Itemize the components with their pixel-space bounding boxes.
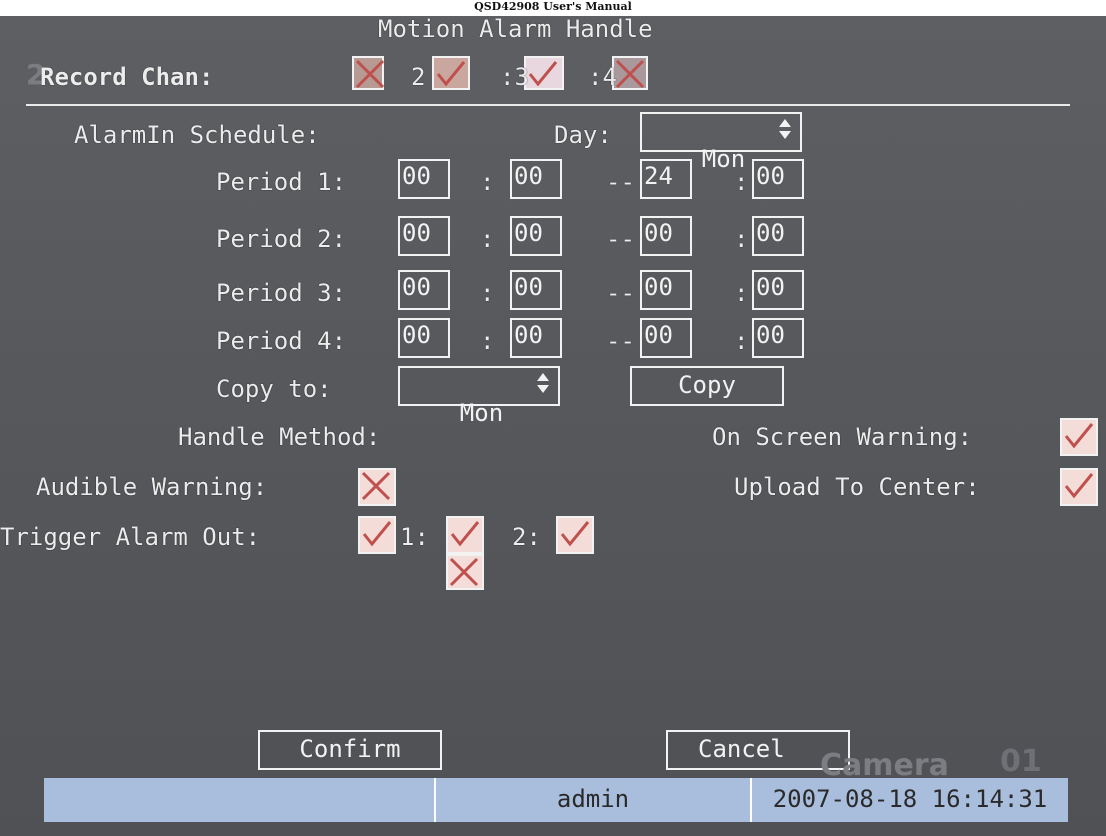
header-divider: [26, 104, 1070, 106]
upload-to-center-label: Upload To Center:: [734, 473, 980, 501]
handle-method-label: Handle Method:: [178, 423, 381, 451]
day-label: Day:: [554, 121, 612, 149]
period-2-colon-1: :: [480, 225, 495, 253]
day-select[interactable]: Mon: [640, 112, 802, 173]
alarm-out-2-checkbox[interactable]: [556, 516, 594, 554]
record-chan-3-number: :3: [500, 63, 529, 91]
period-1-end-min[interactable]: 00: [752, 159, 804, 199]
alarm-out-1-checkbox[interactable]: [446, 516, 484, 554]
audible-warning-checkbox[interactable]: [358, 468, 396, 506]
period-3-end-min[interactable]: 00: [752, 270, 804, 310]
record-chan-3-checkbox[interactable]: [524, 56, 564, 90]
period-2-end-hour[interactable]: 00: [640, 216, 692, 256]
period-4-start-hour[interactable]: 00: [398, 318, 450, 358]
period-1-start-min[interactable]: 00: [510, 159, 562, 199]
updown-arrow-icon: [537, 373, 549, 393]
period-1-colon-2: :: [734, 168, 749, 196]
record-chan-4-number: :4: [588, 63, 617, 91]
audible-warning-label: Audible Warning:: [36, 473, 268, 501]
status-bar: admin 2007-08-18 16:14:31: [44, 778, 1068, 822]
period-4-end-hour[interactable]: 00: [640, 318, 692, 358]
updown-arrow-icon: [779, 119, 791, 139]
period-3-colon-2: :: [734, 279, 749, 307]
dvr-screen: Motion Alarm Handle 2 Record Chan: 2 2 :…: [0, 16, 1106, 836]
manual-header: QSD42908 User's Manual: [0, 0, 1106, 16]
alarm-out-2-label: 2:: [512, 523, 541, 551]
copy-button[interactable]: Copy: [630, 366, 784, 406]
camera-overlay-number: 01: [1000, 744, 1042, 779]
copy-to-select-value: Mon: [459, 399, 504, 427]
on-screen-warning-checkbox[interactable]: [1060, 418, 1098, 456]
period-2-start-hour[interactable]: 00: [398, 216, 450, 256]
period-3-end-hour[interactable]: 00: [640, 270, 692, 310]
trigger-alarm-out-checkbox[interactable]: [358, 516, 396, 554]
period-3-dash: --: [606, 279, 635, 307]
period-4-colon-1: :: [480, 327, 495, 355]
period-2-end-min[interactable]: 00: [752, 216, 804, 256]
period-1-start-hour[interactable]: 00: [398, 159, 450, 199]
period-2-colon-2: :: [734, 225, 749, 253]
alarmin-schedule-label: AlarmIn Schedule:: [74, 121, 320, 149]
copy-to-label: Copy to:: [216, 375, 332, 403]
period-1-colon-1: :: [480, 168, 495, 196]
alarm-out-1-sub-checkbox[interactable]: [446, 554, 484, 590]
period-1-end-hour[interactable]: 24: [640, 159, 692, 199]
period-4-dash: --: [606, 327, 635, 355]
status-empty-cell: [44, 778, 436, 822]
record-chan-4-checkbox[interactable]: [612, 56, 648, 90]
record-chan-2-number: 2: [411, 63, 426, 91]
record-chan-label: Record Chan:: [40, 63, 214, 91]
trigger-alarm-out-label: Trigger Alarm Out:: [0, 523, 261, 551]
period-4-end-min[interactable]: 00: [752, 318, 804, 358]
on-screen-warning-label: On Screen Warning:: [712, 423, 973, 451]
period-4-start-min[interactable]: 00: [510, 318, 562, 358]
copy-to-select[interactable]: Mon: [398, 366, 560, 427]
record-chan-2-checkbox[interactable]: [432, 56, 470, 90]
page-title: Motion Alarm Handle: [378, 16, 653, 43]
upload-to-center-checkbox[interactable]: [1060, 468, 1098, 506]
period-4-label: Period 4:: [216, 327, 347, 355]
period-2-label: Period 2:: [216, 225, 347, 253]
period-4-colon-2: :: [734, 327, 749, 355]
period-3-colon-1: :: [480, 279, 495, 307]
period-3-label: Period 3:: [216, 279, 347, 307]
record-chan-1-checkbox[interactable]: [352, 56, 385, 90]
period-1-dash: --: [606, 168, 635, 196]
period-2-start-min[interactable]: 00: [510, 216, 562, 256]
period-3-start-hour[interactable]: 00: [398, 270, 450, 310]
period-3-start-min[interactable]: 00: [510, 270, 562, 310]
status-user: admin: [436, 778, 752, 822]
period-2-dash: --: [606, 225, 635, 253]
alarm-out-1-label: 1:: [400, 523, 429, 551]
confirm-button[interactable]: Confirm: [258, 730, 442, 770]
period-1-label: Period 1:: [216, 168, 347, 196]
status-datetime: 2007-08-18 16:14:31: [772, 785, 1048, 813]
